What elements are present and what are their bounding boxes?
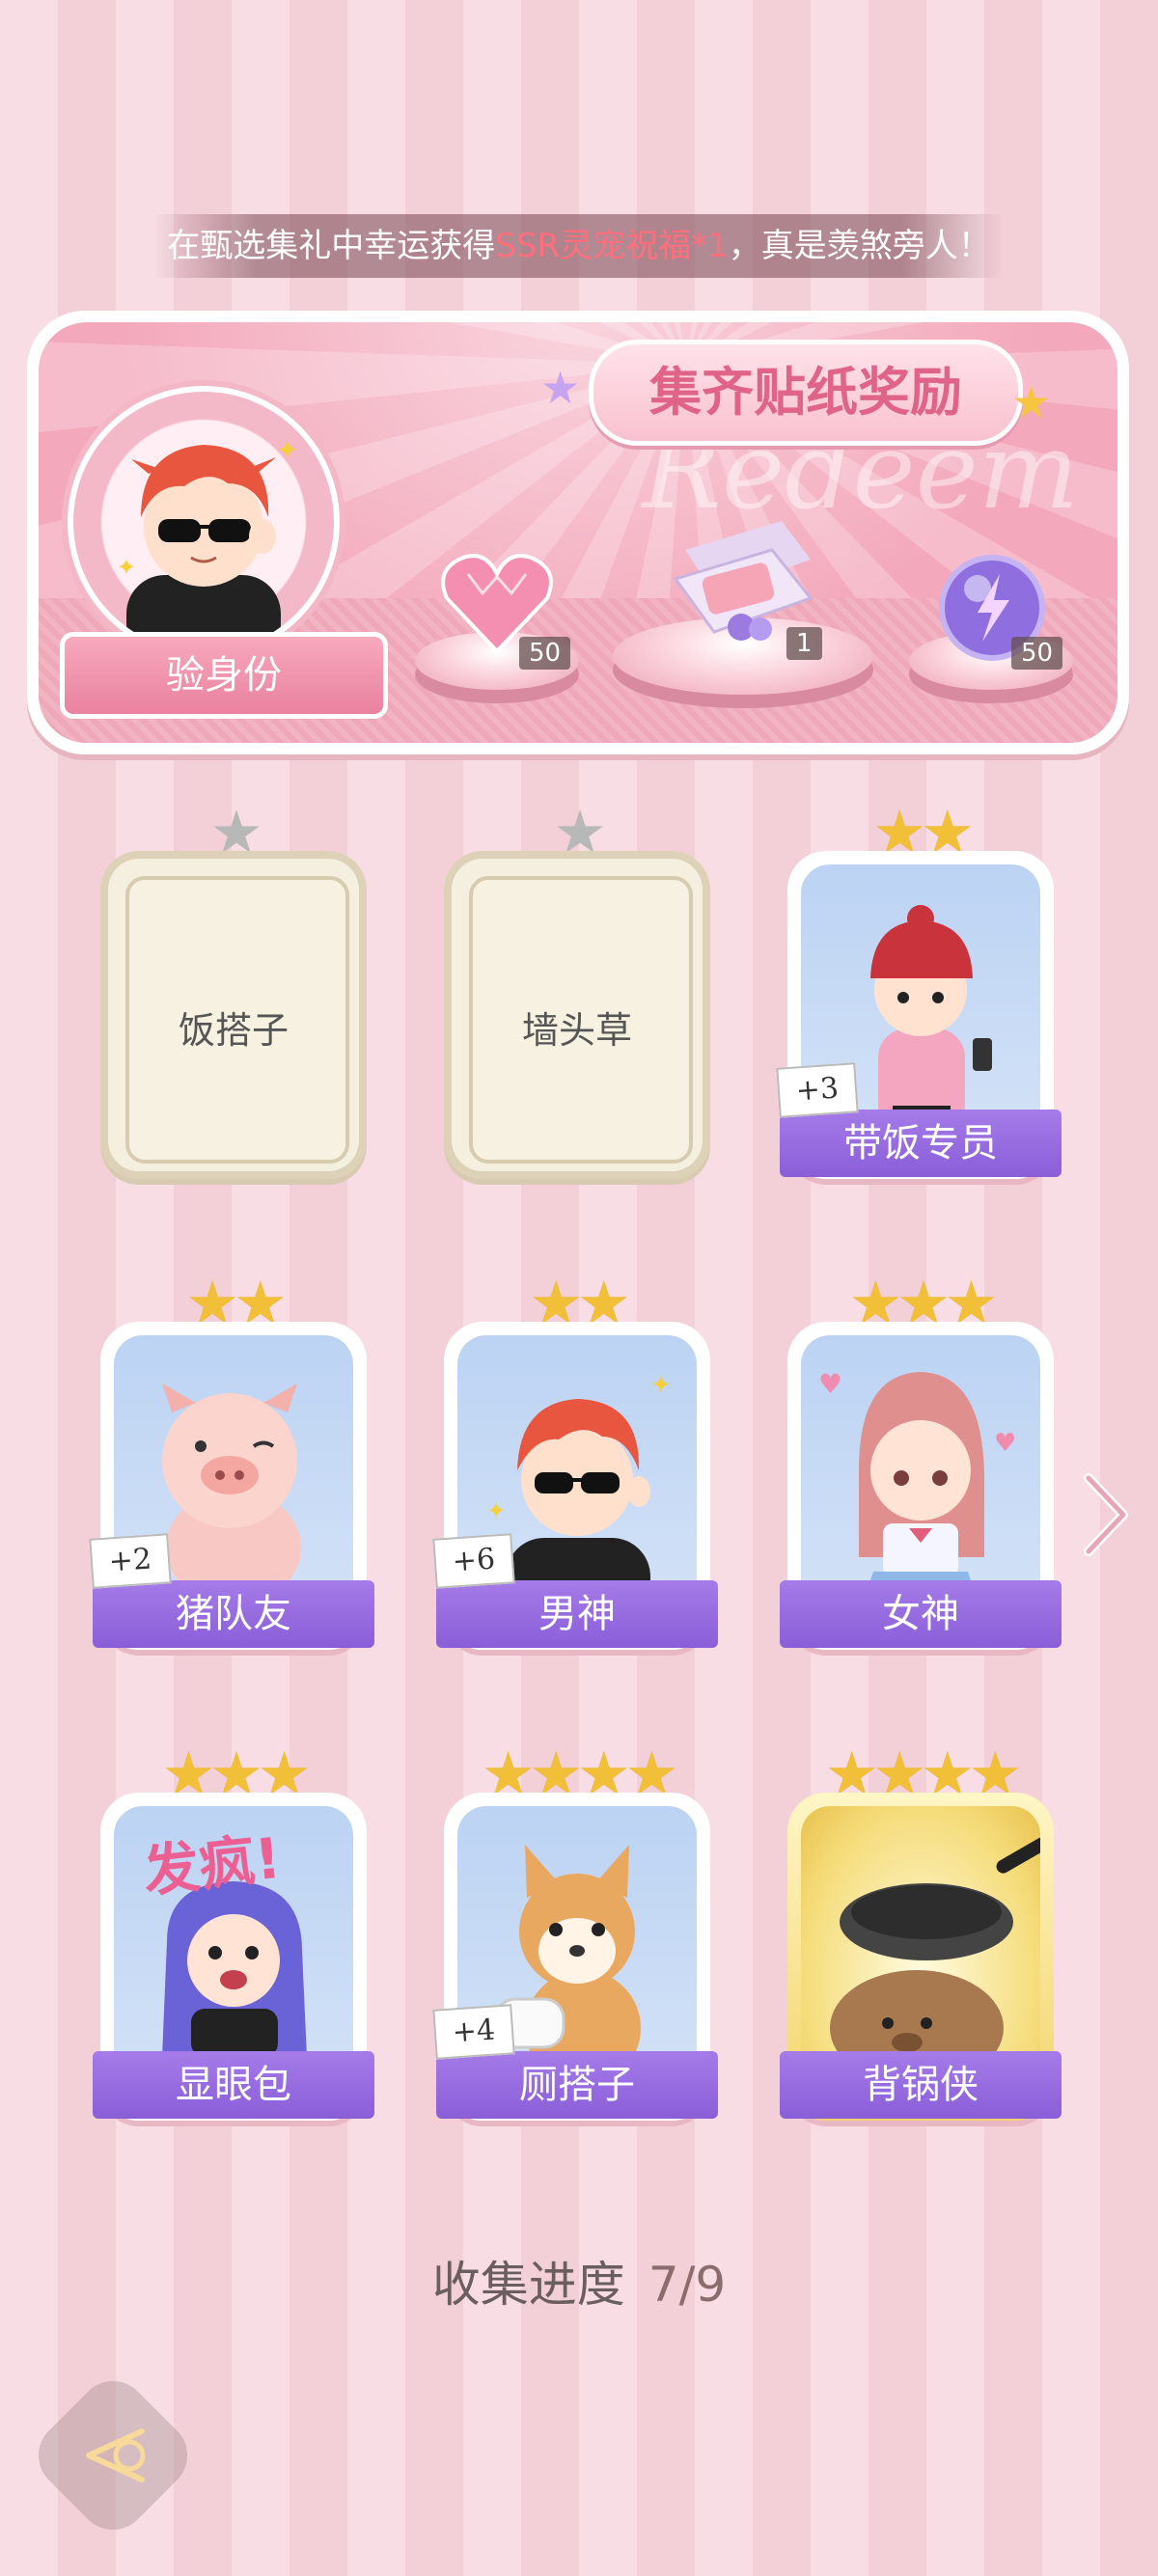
sticker-card[interactable]: ★★ 带饭专员 +3 [776,803,1062,1179]
reward-quantity: 50 [519,637,571,670]
duplicate-count: +3 [776,1062,859,1118]
duplicate-count: +2 [89,1533,172,1589]
reward-quantity: 50 [1011,637,1063,670]
progress-value: 7/9 [648,2257,727,2313]
gift-box-icon[interactable] [666,502,820,646]
purple-star-icon: ★ [540,362,581,414]
sticker-card-locked[interactable]: ★ 饭搭子 [100,803,367,1179]
card-name: 背锅侠 [780,2051,1062,2119]
card-name: 猪队友 [93,1580,374,1648]
sticker-card-locked[interactable]: ★ 墙头草 [444,803,710,1179]
progress-label: 收集进度 [431,2257,625,2313]
avatar-boy-icon: ✦ ✦ [117,434,298,652]
card-name: 厕搭子 [436,2051,718,2119]
ticker-suffix: ，真是羡煞旁人！ [728,227,991,265]
ticker-prefix: 在甄选集礼中幸运获得 [167,227,496,265]
svg-text:✦: ✦ [486,1497,506,1524]
svg-text:♥: ♥ [994,1429,1016,1458]
verify-identity-button[interactable]: 验身份 [60,632,388,719]
sticker-card[interactable]: ★★ 猪队友 +2 [89,1274,374,1650]
duplicate-count: +4 [432,2004,515,2060]
card-name: 女神 [780,1580,1062,1648]
avatar[interactable]: ✦ ✦ [68,386,340,658]
reward-title: 集齐贴纸奖励 [589,340,1023,446]
sticker-card[interactable]: ★★ ✦ ✦ 男神 +6 [432,1274,718,1650]
card-name: 显眼包 [93,2051,374,2119]
svg-text:♥: ♥ [818,1368,842,1400]
collection-progress: 收集进度 7/9 [0,2246,1158,2316]
sticker-card[interactable]: ★★★★ 厕搭子 +4 [432,1744,718,2121]
back-arrow-icon[interactable] [50,2393,176,2518]
svg-text:✦: ✦ [276,434,298,466]
sticker-card[interactable]: ★★★ 发疯! 显眼包 [93,1744,374,2121]
card-name: 饭搭子 [178,1009,289,1052]
yellow-star-icon: ★ [1011,376,1052,428]
card-name: 带饭专员 [780,1110,1062,1177]
card-name: 男神 [436,1580,718,1648]
svg-text:✦: ✦ [117,554,136,581]
next-page-arrow-icon[interactable] [1077,1466,1135,1563]
announcement-ticker: 在甄选集礼中幸运获得SSR灵宠祝福*1，真是羡煞旁人！ [154,214,1004,278]
sticker-card[interactable]: ★★★★ 背锅侠 [780,1744,1062,2121]
reward-quantity: 1 [786,627,822,660]
sticker-card[interactable]: ★★★ ♥ ♥ 女神 [780,1274,1062,1650]
art-caption: 发疯! [140,1824,285,1905]
duplicate-count: +6 [432,1533,515,1589]
svg-text:✦: ✦ [650,1371,672,1400]
card-name: 墙头草 [521,1009,632,1052]
ticker-highlight: SSR灵宠祝福*1 [495,227,729,265]
